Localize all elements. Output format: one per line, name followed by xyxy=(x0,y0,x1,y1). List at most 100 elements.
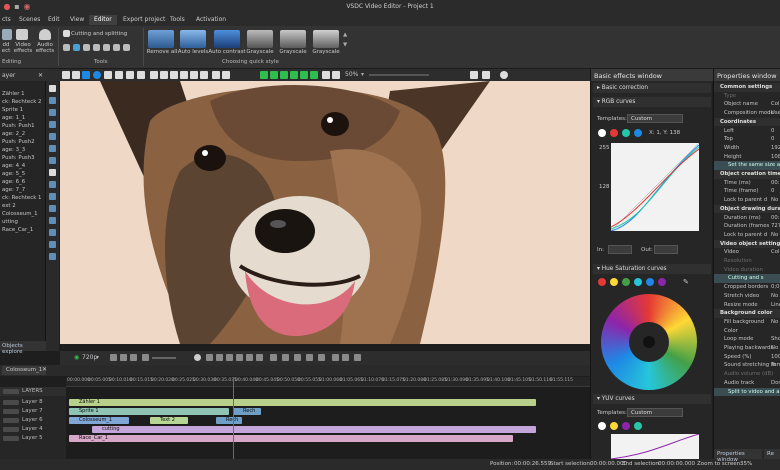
zoom-slider[interactable] xyxy=(369,74,429,76)
hue-magenta[interactable] xyxy=(658,278,666,286)
property-row[interactable]: Duration (frames 727 xyxy=(714,222,780,231)
property-row[interactable]: Composition mode Use xyxy=(714,109,780,118)
property-row[interactable]: Color xyxy=(714,327,780,336)
align-right-icon[interactable] xyxy=(170,71,178,79)
menu-activation[interactable]: Activation xyxy=(191,15,231,25)
move-top-icon[interactable] xyxy=(280,71,288,79)
clip-cutting[interactable]: cutting xyxy=(92,426,536,433)
property-value[interactable]: No xyxy=(771,293,778,299)
property-value[interactable]: Line xyxy=(771,302,780,308)
stop-icon[interactable] xyxy=(206,354,213,361)
align-middle-icon[interactable] xyxy=(190,71,198,79)
track-header[interactable]: Layer 8 xyxy=(0,398,66,407)
menu-view[interactable]: View xyxy=(65,15,89,25)
list-item[interactable]: age: 3_3 xyxy=(2,147,25,153)
close-icon[interactable]: ✕ xyxy=(38,72,43,79)
list-item[interactable]: ck: Rechteck 1 xyxy=(2,195,41,201)
property-value[interactable]: Use xyxy=(771,110,780,116)
property-row[interactable]: Height 108 xyxy=(714,153,780,162)
tool-icon-2[interactable] xyxy=(73,44,80,51)
settings-icon[interactable] xyxy=(354,354,361,361)
property-value[interactable]: Sho xyxy=(771,336,780,342)
tool-icon-1[interactable] xyxy=(63,44,70,51)
style-grayscale-3[interactable]: Grayscale xyxy=(310,49,342,55)
property-row[interactable]: Time (ms) 00: xyxy=(714,179,780,188)
hue-yellow[interactable] xyxy=(610,278,618,286)
channel-green[interactable] xyxy=(622,129,630,137)
property-row[interactable]: Duration (ms) 00: xyxy=(714,214,780,223)
section-basic-correction[interactable]: ▸ Basic correction xyxy=(593,83,711,93)
yuv-u[interactable] xyxy=(622,422,630,430)
property-button[interactable]: Cutting and s xyxy=(714,274,780,283)
tool-icon[interactable] xyxy=(49,145,56,152)
yuv-white[interactable] xyxy=(598,422,606,430)
property-value[interactable]: 0 xyxy=(771,188,774,194)
close-icon[interactable]: ✕ xyxy=(42,366,47,373)
track-header-layers[interactable]: LAYERS xyxy=(0,387,66,396)
tool-icon[interactable] xyxy=(49,97,56,104)
property-value[interactable]: 0;0 xyxy=(771,284,780,290)
tool-icon-7[interactable] xyxy=(123,44,130,51)
property-row[interactable]: Speed (%) 100 xyxy=(714,353,780,362)
property-row[interactable]: Top 0 xyxy=(714,135,780,144)
tool-icon[interactable] xyxy=(49,229,56,236)
property-row[interactable]: Video duration xyxy=(714,266,780,275)
fullscreen-icon[interactable] xyxy=(130,354,137,361)
frame-back-icon[interactable] xyxy=(110,354,117,361)
list-item[interactable]: Race_Car_1 xyxy=(2,227,33,233)
menu-export-project[interactable]: Export project xyxy=(118,15,170,25)
eyedropper-icon[interactable]: ✎ xyxy=(683,278,689,286)
prev-icon[interactable] xyxy=(226,354,233,361)
hue-green[interactable] xyxy=(622,278,630,286)
clip-colosseum[interactable]: Colosseum_1 xyxy=(69,417,129,424)
tool-icon[interactable] xyxy=(49,253,56,260)
list-item[interactable]: Sprite 1 xyxy=(2,107,23,113)
list-item[interactable]: age: 4_4 xyxy=(2,163,25,169)
layer-controls-icon[interactable] xyxy=(3,418,19,423)
style-auto-contrast[interactable]: Auto contrast xyxy=(208,49,246,55)
move-up-icon[interactable] xyxy=(260,71,268,79)
tool-icon[interactable] xyxy=(49,109,56,116)
property-section[interactable]: Video object settings xyxy=(714,239,780,249)
list-item[interactable]: Colosseum_1 xyxy=(2,211,38,217)
style-grayscale-1[interactable]: Grayscale xyxy=(244,49,276,55)
marker-icon[interactable] xyxy=(270,354,277,361)
layer-controls-icon[interactable] xyxy=(3,389,19,394)
channel-blue[interactable] xyxy=(634,129,642,137)
chevron-down-icon[interactable]: ▾ xyxy=(361,71,364,78)
play-icon[interactable] xyxy=(194,354,201,361)
tool-icon-5[interactable] xyxy=(103,44,110,51)
next-icon[interactable] xyxy=(236,354,243,361)
redo-icon[interactable] xyxy=(342,354,349,361)
property-row[interactable]: Resize mode Line xyxy=(714,301,780,310)
end-icon[interactable] xyxy=(256,354,263,361)
list-item[interactable]: Push: Push3 xyxy=(2,155,35,161)
property-row[interactable]: Audio track Don xyxy=(714,379,780,388)
headphones-icon[interactable] xyxy=(39,29,51,40)
list-item[interactable]: utting xyxy=(2,219,18,225)
layer-controls-icon[interactable] xyxy=(3,409,19,414)
property-section[interactable]: Coordinates xyxy=(714,117,780,127)
templates-select[interactable]: Custom xyxy=(627,114,683,123)
clip-text[interactable]: Text 2 xyxy=(150,417,188,424)
rewind-icon[interactable] xyxy=(216,354,223,361)
clip-race-car[interactable]: Race_Car_1 xyxy=(69,435,513,442)
list-item[interactable]: ck: Rechteck 2 xyxy=(2,99,41,105)
style-grayscale-2-thumb[interactable] xyxy=(280,30,306,48)
property-row[interactable]: Lock to parent d No xyxy=(714,231,780,240)
property-section[interactable]: Object creation time xyxy=(714,170,780,179)
list-item[interactable]: Push: Push2 xyxy=(2,139,35,145)
property-value[interactable]: 192 xyxy=(771,145,780,151)
property-row[interactable]: Lock to parent d No xyxy=(714,196,780,205)
yuv-v[interactable] xyxy=(634,422,642,430)
hue-red[interactable] xyxy=(598,278,606,286)
property-row[interactable]: Fill background No xyxy=(714,318,780,327)
scroll-up-icon[interactable]: ▲ xyxy=(343,32,347,38)
clip-sprite[interactable]: Sprite 1 xyxy=(69,408,229,415)
align-center-icon[interactable] xyxy=(160,71,168,79)
layer-controls-icon[interactable] xyxy=(3,400,19,405)
track-header[interactable]: Layer 5 xyxy=(0,434,66,443)
style-grayscale-2[interactable]: Grayscale xyxy=(277,49,309,55)
property-value[interactable]: No xyxy=(771,197,778,203)
style-remove-all-thumb[interactable] xyxy=(148,30,174,48)
